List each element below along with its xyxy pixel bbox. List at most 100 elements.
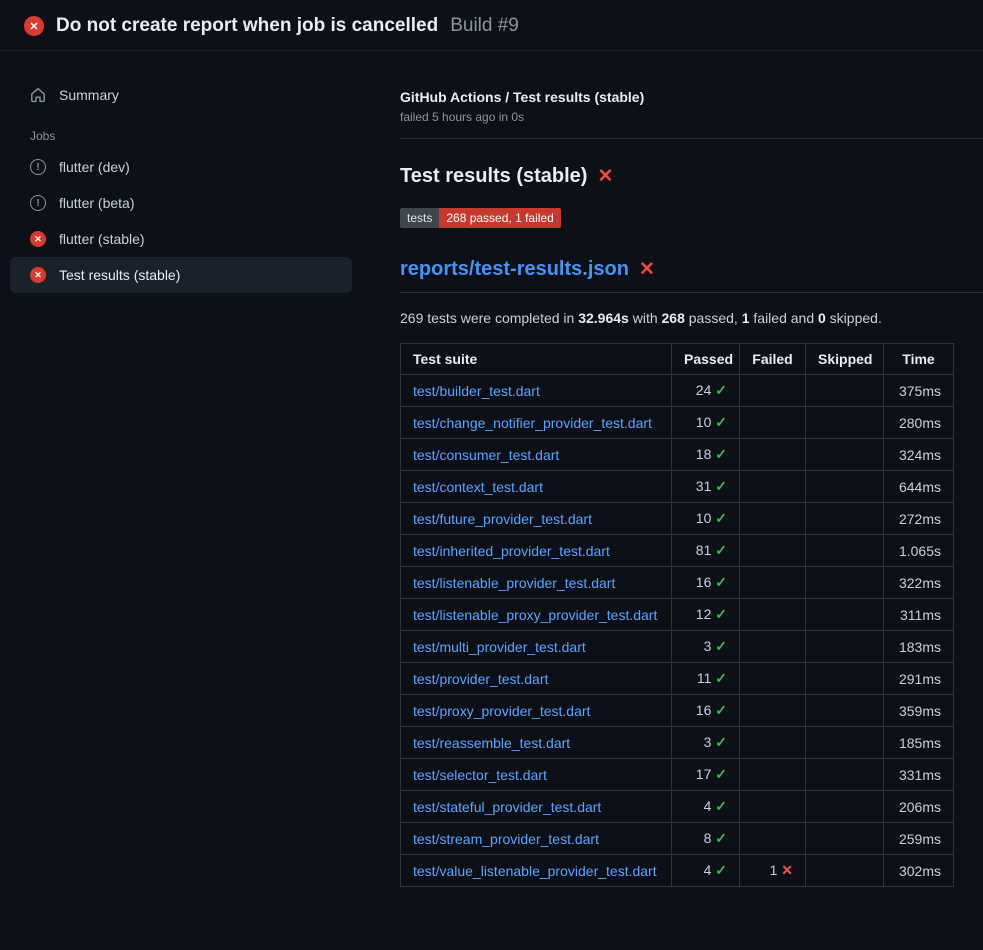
summary-bold-value: 1 (742, 310, 750, 326)
skipped-cell (806, 695, 884, 727)
failed-cell (740, 535, 806, 567)
table-row: test/provider_test.dart11 ✓291ms (401, 663, 954, 695)
time-cell: 359ms (884, 695, 954, 727)
home-icon (30, 87, 46, 103)
sidebar-item-label: flutter (dev) (59, 159, 130, 175)
table-row: test/proxy_provider_test.dart16 ✓359ms (401, 695, 954, 727)
table-row: test/stream_provider_test.dart 8 ✓ 259ms (401, 823, 954, 855)
sidebar-item-label: Test results (stable) (59, 267, 180, 283)
suite-link[interactable]: test/consumer_test.dart (413, 447, 559, 463)
check-icon: ✓ (715, 830, 727, 846)
passed-cell: 8 ✓ (672, 823, 740, 855)
sidebar-item-flutter-beta[interactable]: !flutter (beta) (10, 185, 352, 221)
table-row: test/value_listenable_provider_test.dart… (401, 855, 954, 887)
table-row: test/reassemble_test.dart3 ✓185ms (401, 727, 954, 759)
table-row: test/context_test.dart31 ✓644ms (401, 471, 954, 503)
count-value: 24 (696, 382, 715, 398)
count-value: 8 (704, 830, 716, 846)
skipped-cell (806, 663, 884, 695)
suite-cell: test/listenable_proxy_provider_test.dart (401, 599, 672, 631)
count-value: 18 (696, 446, 715, 462)
suite-link[interactable]: test/provider_test.dart (413, 671, 548, 687)
suite-link[interactable]: test/proxy_provider_test.dart (413, 703, 590, 719)
suite-link[interactable]: test/context_test.dart (413, 479, 543, 495)
time-cell: 272ms (884, 503, 954, 535)
passed-cell: 10 ✓ (672, 407, 740, 439)
failed-cell (740, 695, 806, 727)
run-header: ✕ Do not create report when job is cance… (0, 0, 983, 51)
time-cell: 291ms (884, 663, 954, 695)
summary-text: 269 tests were completed in (400, 310, 578, 326)
sidebar-item-label: flutter (stable) (59, 231, 145, 247)
table-row: test/change_notifier_provider_test.dart 1… (401, 407, 954, 439)
check-icon: ✓ (715, 574, 727, 590)
sidebar-item-flutter-dev[interactable]: !flutter (dev) (10, 149, 352, 185)
table-row: test/future_provider_test.dart10 ✓272ms (401, 503, 954, 535)
count-value: 16 (696, 574, 715, 590)
report-file-link[interactable]: reports/test-results.json (400, 258, 629, 281)
failed-cell (740, 823, 806, 855)
table-row: test/multi_provider_test.dart3 ✓183ms (401, 631, 954, 663)
x-circle-icon: ✕ (30, 231, 46, 247)
suite-link[interactable]: test/inherited_provider_test.dart (413, 543, 610, 559)
table-row: test/listenable_provider_test.dart16 ✓32… (401, 567, 954, 599)
column-header-failed: Failed (740, 344, 806, 375)
suite-link[interactable]: test/multi_provider_test.dart (413, 639, 586, 655)
suite-cell: test/reassemble_test.dart (401, 727, 672, 759)
column-header-passed: Passed (672, 344, 740, 375)
sidebar-item-label: Summary (59, 87, 119, 103)
suite-link[interactable]: test/future_provider_test.dart (413, 511, 592, 527)
check-icon: ✓ (715, 798, 727, 814)
x-mark-icon: ✕ (597, 167, 613, 186)
suite-cell: test/context_test.dart (401, 471, 672, 503)
table-row: test/builder_test.dart24 ✓375ms (401, 375, 954, 407)
skipped-cell (806, 503, 884, 535)
suite-link[interactable]: test/stateful_provider_test.dart (413, 799, 601, 815)
x-circle-icon: ✕ (30, 267, 46, 283)
table-row: test/inherited_provider_test.dart81 ✓1.0… (401, 535, 954, 567)
summary-bold-value: 0 (818, 310, 826, 326)
passed-cell: 4 ✓ (672, 791, 740, 823)
failed-cell (740, 567, 806, 599)
suite-cell: test/multi_provider_test.dart (401, 631, 672, 663)
count-value: 1 (770, 862, 782, 878)
report-heading: reports/test-results.json ✕ (400, 258, 983, 293)
main-content: GitHub Actions / Test results (stable) f… (400, 51, 983, 887)
count-value: 3 (704, 734, 716, 750)
check-icon: ✓ (715, 446, 727, 462)
suite-link[interactable]: test/listenable_proxy_provider_test.dart (413, 607, 657, 623)
skipped-cell (806, 759, 884, 791)
time-cell: 375ms (884, 375, 954, 407)
skipped-cell (806, 631, 884, 663)
page-layout: Summary Jobs !flutter (dev)!flutter (bet… (0, 51, 983, 887)
skipped-cell (806, 567, 884, 599)
section-heading: Test results (stable) ✕ (400, 165, 983, 188)
suite-link[interactable]: test/listenable_provider_test.dart (413, 575, 615, 591)
time-cell: 259ms (884, 823, 954, 855)
suite-link[interactable]: test/change_notifier_provider_test.dart (413, 415, 652, 431)
sidebar-item-summary[interactable]: Summary (10, 77, 352, 113)
sidebar-item-flutter-stable[interactable]: ✕ flutter (stable) (10, 221, 352, 257)
passed-cell: 18 ✓ (672, 439, 740, 471)
passed-cell: 4 ✓ (672, 855, 740, 887)
results-table-head-row: Test suitePassedFailedSkippedTime (401, 344, 954, 375)
run-status-line: failed 5 hours ago in 0s (400, 110, 983, 124)
failed-cell (740, 439, 806, 471)
count-value: 17 (696, 766, 715, 782)
sidebar-item-label: flutter (beta) (59, 195, 134, 211)
sidebar-item-test-results-stable[interactable]: ✕ Test results (stable) (10, 257, 352, 293)
skipped-cell (806, 599, 884, 631)
suite-link[interactable]: test/stream_provider_test.dart (413, 831, 599, 847)
time-cell: 206ms (884, 791, 954, 823)
suite-link[interactable]: test/value_listenable_provider_test.dart (413, 863, 657, 879)
breadcrumb: GitHub Actions / Test results (stable) (400, 89, 983, 105)
results-table: Test suitePassedFailedSkippedTime test/b… (400, 343, 954, 887)
suite-cell: test/provider_test.dart (401, 663, 672, 695)
time-cell: 311ms (884, 599, 954, 631)
suite-link[interactable]: test/selector_test.dart (413, 767, 547, 783)
check-icon: ✓ (715, 862, 727, 878)
check-icon: ✓ (715, 766, 727, 782)
suite-link[interactable]: test/builder_test.dart (413, 383, 540, 399)
passed-cell: 81 ✓ (672, 535, 740, 567)
suite-link[interactable]: test/reassemble_test.dart (413, 735, 570, 751)
